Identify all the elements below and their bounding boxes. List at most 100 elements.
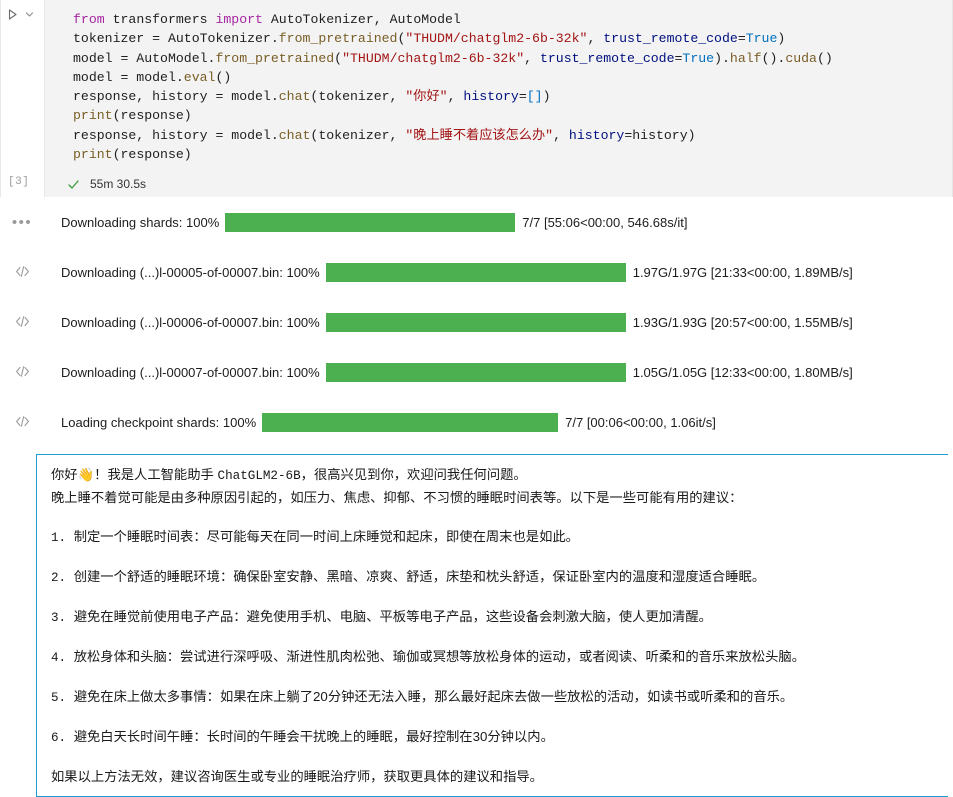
answer-greeting-post: ，很高兴见到你，欢迎问我任何问题。 — [300, 467, 527, 482]
code-token: chat — [278, 127, 311, 143]
answer-list-item: 3. 避免在睡觉前使用电子产品：避免使用手机、电脑、平板等电子产品，这些设备会刺… — [51, 606, 948, 629]
code-token: ( — [334, 50, 343, 66]
code-brackets-icon[interactable] — [15, 365, 30, 381]
progress-row: Loading checkpoint shards: 100% 7/7 [00:0… — [0, 397, 953, 447]
answer-list-text: 创建一个舒适的睡眠环境：确保卧室安静、黑暗、凉爽、舒适，床垫和枕头舒适，保证卧室… — [73, 569, 766, 584]
code-line: model = AutoModel.from_pretrained("THUDM… — [73, 49, 952, 68]
answer-greeting: 你好👋！我是人工智能助手 ChatGLM2-6B，很高兴见到你，欢迎问我任何问题… — [51, 464, 948, 487]
answer-closing: 如果以上方法无效，建议咨询医生或专业的睡眠治疗师，获取更具体的建议和指导。 — [51, 769, 543, 784]
code-token: model = AutoModel. — [73, 50, 216, 66]
progress-stats: 1.05G/1.05G [12:33<00:00, 1.80MB/s] — [632, 364, 853, 380]
code-token: (response) — [112, 147, 192, 163]
code-token: "晚上睡不着应该怎么办" — [405, 127, 554, 143]
code-token: from_pretrained — [278, 31, 398, 47]
progress-row: Downloading (...)l-00007-of-00007.bin: 1… — [0, 347, 953, 397]
progress-label: Downloading (...)l-00005-of-00007.bin: 1… — [61, 264, 320, 280]
answer-list-item: 6. 避免白天长时间午睡：长时间的午睡会干扰晚上的睡眠，最好控制在30分钟以内。 — [51, 726, 948, 749]
answer-list-number: 6. — [51, 731, 74, 745]
code-token: half — [729, 50, 762, 66]
progress-bar — [262, 412, 559, 432]
progress-bar — [325, 262, 626, 282]
code-token: () — [816, 50, 833, 66]
code-token: , — [524, 50, 540, 66]
answer-greeting-pre: 你好 — [51, 467, 78, 482]
progress-row: ••• Downloading shards: 100% 7/7 [55:06<00… — [0, 197, 953, 247]
progress-stats: 1.93G/1.93G [20:57<00:00, 1.55MB/s] — [632, 314, 853, 330]
code-line: print(response) — [73, 145, 952, 164]
cell-gutter: [3] — [0, 0, 44, 197]
progress-line: Loading checkpoint shards: 100% 7/7 [00:0… — [44, 412, 716, 432]
answer-list-text: 制定一个睡眠时间表：尽可能每天在同一时间上床睡觉和起床，即使在周末也是如此。 — [73, 529, 579, 544]
answer-list-item: 2. 创建一个舒适的睡眠环境：确保卧室安静、黑暗、凉爽、舒适，床垫和枕头舒适，保… — [51, 566, 948, 589]
cell-output-area: ••• Downloading shards: 100% 7/7 [55:06<00… — [0, 197, 953, 797]
answer-list-text: 放松身体和头脑：尝试进行深呼吸、渐进性肌肉松弛、瑜伽或冥想等放松身体的运动，或者… — [73, 649, 806, 664]
code-token: [] — [526, 89, 543, 105]
code-token: trust_remote_code — [603, 31, 738, 47]
code-line: model = model.eval() — [73, 68, 952, 87]
answer-list-text: 避免在睡觉前使用电子产品：避免使用手机、电脑、平板等电子产品，这些设备会刺激大脑… — [73, 609, 712, 624]
code-token: AutoTokenizer, AutoModel — [270, 12, 461, 27]
answer-model-name: ChatGLM2-6B — [217, 469, 301, 483]
play-triangle-icon[interactable] — [6, 8, 19, 21]
code-token: (tokenizer, — [310, 89, 406, 105]
cell-run-controls[interactable] — [6, 8, 35, 21]
answer-list-item: 5. 避免在床上做太多事情：如果在床上躺了20分钟还无法入睡，那么最好起床去做一… — [51, 686, 948, 709]
code-line: print(response) — [73, 106, 952, 125]
code-token: (). — [761, 50, 786, 66]
code-brackets-icon[interactable] — [15, 265, 30, 281]
chevron-down-icon[interactable] — [24, 9, 35, 20]
output-gutter — [0, 413, 44, 431]
code-token: , — [447, 89, 464, 105]
answer-spacer — [51, 629, 948, 646]
output-gutter — [0, 313, 44, 331]
code-token: "THUDM/chatglm2-6b-32k" — [405, 31, 588, 47]
answer-spacer — [51, 549, 948, 566]
answer-list-text: 避免在床上做太多事情：如果在床上躺了20分钟还无法入睡，那么最好起床去做一些放松… — [73, 689, 794, 704]
code-token: history — [463, 89, 519, 105]
code-token: from — [73, 12, 113, 27]
answer-list-number: 4. — [51, 651, 74, 665]
code-token: response, history = model. — [73, 127, 279, 143]
progress-label: Downloading (...)l-00007-of-00007.bin: 1… — [61, 364, 320, 380]
notebook-cell: [3] from transformers import AutoTokeniz… — [0, 0, 953, 197]
output-gutter: ••• — [0, 215, 44, 230]
progress-label: Downloading (...)l-00006-of-00007.bin: 1… — [61, 314, 320, 330]
code-token: (response) — [112, 108, 192, 124]
answer-spacer — [51, 589, 948, 606]
progress-bar — [225, 212, 516, 232]
answer-list-number: 1. — [51, 531, 74, 545]
code-editor[interactable]: from transformers import AutoTokenizer, … — [44, 0, 953, 197]
code-line: response, history = model.chat(tokenizer… — [73, 87, 952, 106]
code-token: = — [518, 89, 527, 105]
code-token: chat — [278, 89, 311, 105]
progress-stats: 7/7 [00:06<00:00, 1.06it/s] — [565, 414, 716, 430]
code-token: trust_remote_code — [539, 50, 675, 66]
answer-spacer — [51, 669, 948, 686]
code-token: tokenizer = AutoTokenizer. — [73, 31, 279, 47]
check-icon — [67, 178, 80, 191]
cell-status-row: 55m 30.5s — [45, 171, 146, 197]
code-brackets-icon[interactable] — [15, 415, 30, 431]
code-token: history — [568, 127, 625, 143]
answer-intro: 晚上睡不着觉可能是由多种原因引起的，如压力、焦虑、抑郁、不习惯的睡眠时间表等。以… — [51, 490, 743, 505]
output-gutter — [0, 263, 44, 281]
ellipsis-icon[interactable]: ••• — [12, 215, 32, 230]
code-brackets-icon[interactable] — [15, 315, 30, 331]
progress-stats: 7/7 [55:06<00:00, 546.68s/it] — [522, 214, 688, 230]
code-token: eval — [183, 69, 216, 85]
code-token: print — [73, 108, 113, 124]
code-token: ). — [714, 50, 730, 66]
code-token: import — [215, 12, 271, 27]
code-source[interactable]: from transformers import AutoTokenizer, … — [45, 0, 952, 164]
answer-spacer — [51, 709, 948, 726]
code-token: () — [215, 69, 232, 85]
progress-line: Downloading shards: 100% 7/7 [55:06<00:00… — [44, 212, 688, 232]
progress-row: Downloading (...)l-00006-of-00007.bin: 1… — [0, 297, 953, 347]
progress-line: Downloading (...)l-00007-of-00007.bin: 1… — [44, 362, 853, 382]
code-token: cuda — [785, 50, 817, 66]
code-token: True — [682, 50, 715, 66]
code-token: ) — [777, 31, 786, 47]
answer-list-number: 3. — [51, 611, 74, 625]
code-token: True — [745, 31, 778, 47]
code-token: print — [73, 147, 113, 163]
